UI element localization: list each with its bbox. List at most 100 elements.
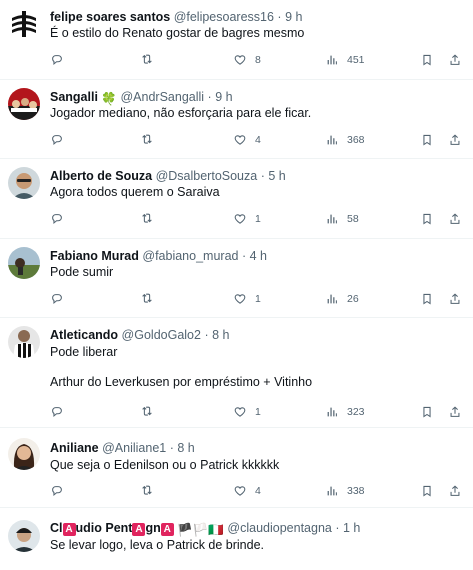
author-handle[interactable]: @felipesoaress16 (174, 10, 274, 24)
red-a-emoji: A (132, 523, 146, 536)
tweet-reply[interactable]: Fabiano Murad @fabiano_murad · 4 h Pode … (0, 239, 473, 318)
reply-icon (52, 407, 62, 418)
view-count: 451 (347, 54, 365, 66)
author-name[interactable]: Fabiano Murad (50, 249, 139, 263)
timestamp[interactable]: 9 h (285, 10, 302, 24)
like-button[interactable]: 1 (233, 210, 261, 228)
author-handle[interactable]: @claudiopentagna (227, 521, 331, 535)
timestamp[interactable]: 8 h (212, 328, 229, 342)
views-button[interactable]: 26 (325, 290, 359, 308)
tweet-text: Que seja o Edenilson ou o Patrick kkkkkk (50, 458, 280, 472)
man-helmet-avatar-icon (8, 520, 40, 552)
views-button[interactable]: 58 (325, 210, 359, 228)
like-count: 1 (255, 293, 261, 305)
like-button[interactable]: 4 (233, 131, 261, 149)
like-button[interactable]: 1 (233, 403, 261, 421)
timestamp[interactable]: 9 h (215, 90, 232, 104)
reply-button[interactable] (50, 131, 72, 149)
reply-icon (52, 135, 62, 146)
like-icon (234, 294, 246, 304)
timestamp[interactable]: 8 h (177, 441, 194, 455)
like-icon (234, 135, 246, 145)
author-handle[interactable]: @fabiano_murad (142, 249, 238, 263)
avatar[interactable] (8, 167, 40, 199)
author-name[interactable]: Sangalli (50, 90, 98, 104)
bookmark-icon (423, 134, 431, 146)
author-name[interactable]: Aniliane (50, 441, 99, 455)
views-button[interactable]: 323 (325, 403, 365, 421)
reply-button[interactable] (50, 403, 72, 421)
like-icon (234, 486, 246, 496)
tweet-reply[interactable]: felipe soares santos @felipesoaress16 · … (0, 0, 473, 80)
share-button[interactable] (448, 482, 462, 500)
red-a-emoji: A (62, 523, 76, 536)
author-handle[interactable]: @GoldoGalo2 (122, 328, 201, 342)
avatar[interactable] (8, 438, 40, 470)
like-count: 1 (255, 406, 261, 418)
avatar[interactable] (8, 8, 40, 40)
share-icon (450, 54, 460, 65)
share-button[interactable] (448, 131, 462, 149)
retweet-button[interactable] (140, 131, 162, 149)
author-name[interactable]: felipe soares santos (50, 10, 170, 24)
timestamp[interactable]: 5 h (268, 169, 285, 183)
avatar[interactable] (8, 326, 40, 358)
share-button[interactable] (448, 290, 462, 308)
name-part: gn (145, 521, 161, 535)
retweet-button[interactable] (140, 403, 162, 421)
tweet-reply[interactable]: Aniliane @Aniliane1 · 8 h Que seja o Ede… (0, 428, 473, 508)
author-handle[interactable]: @AndrSangalli (120, 90, 204, 104)
bookmark-button[interactable] (420, 290, 434, 308)
timestamp[interactable]: 4 h (250, 249, 267, 263)
man-sunglasses-avatar-icon (8, 167, 40, 199)
tweet-reply[interactable]: Cl Audio Pent Agn A 🏴🏳️🇮🇹 @claudiopentagna … (0, 508, 473, 570)
reply-button[interactable] (50, 51, 72, 69)
author-name[interactable]: Cl Audio Pent Agn A (50, 521, 174, 536)
name-part: udio Pent (75, 521, 133, 535)
author-handle[interactable]: @DsalbertoSouza (156, 169, 258, 183)
tweet-reply[interactable]: Alberto de Souza @DsalbertoSouza · 5 h A… (0, 159, 473, 239)
share-button[interactable] (448, 403, 462, 421)
like-button[interactable]: 1 (233, 290, 261, 308)
like-icon (234, 55, 246, 65)
retweet-button[interactable] (140, 290, 162, 308)
tweet-reply[interactable]: Atleticando @GoldoGalo2 · 8 h Pode liber… (0, 318, 473, 428)
reply-button[interactable] (50, 482, 72, 500)
reply-icon (52, 55, 62, 66)
avatar[interactable] (8, 88, 40, 120)
bookmark-icon (423, 485, 431, 497)
flags-emoji: 🏴🏳️🇮🇹 (177, 523, 224, 537)
share-button[interactable] (448, 210, 462, 228)
share-button[interactable] (448, 51, 462, 69)
author-name[interactable]: Alberto de Souza (50, 169, 152, 183)
reply-button[interactable] (50, 210, 72, 228)
views-icon (327, 486, 337, 496)
timestamp[interactable]: 1 h (343, 521, 360, 535)
avatar[interactable] (8, 520, 40, 552)
views-button[interactable]: 451 (325, 51, 365, 69)
views-button[interactable]: 368 (325, 131, 365, 149)
separator: · (277, 10, 282, 24)
like-button[interactable]: 8 (233, 51, 261, 69)
author-name[interactable]: Atleticando (50, 328, 118, 342)
bookmark-button[interactable] (420, 482, 434, 500)
retweet-button[interactable] (140, 210, 162, 228)
bookmark-button[interactable] (420, 131, 434, 149)
tweet-text: Pode sumir (50, 265, 114, 279)
retweet-button[interactable] (140, 482, 162, 500)
avatar[interactable] (8, 247, 40, 279)
views-button[interactable]: 338 (325, 482, 365, 500)
retweet-icon (142, 134, 152, 144)
reply-button[interactable] (50, 290, 72, 308)
views-icon (327, 214, 337, 224)
author-handle[interactable]: @Aniliane1 (102, 441, 166, 455)
bookmark-button[interactable] (420, 51, 434, 69)
tweet-text: Agora todos querem o Saraiva (50, 185, 220, 199)
bookmark-button[interactable] (420, 403, 434, 421)
striped-crest-avatar-icon (8, 8, 40, 40)
bookmark-icon (423, 293, 431, 305)
retweet-button[interactable] (140, 51, 162, 69)
tweet-reply[interactable]: Sangalli 🍀 @AndrSangalli · 9 h Jogador m… (0, 80, 473, 159)
like-button[interactable]: 4 (233, 482, 261, 500)
bookmark-button[interactable] (420, 210, 434, 228)
